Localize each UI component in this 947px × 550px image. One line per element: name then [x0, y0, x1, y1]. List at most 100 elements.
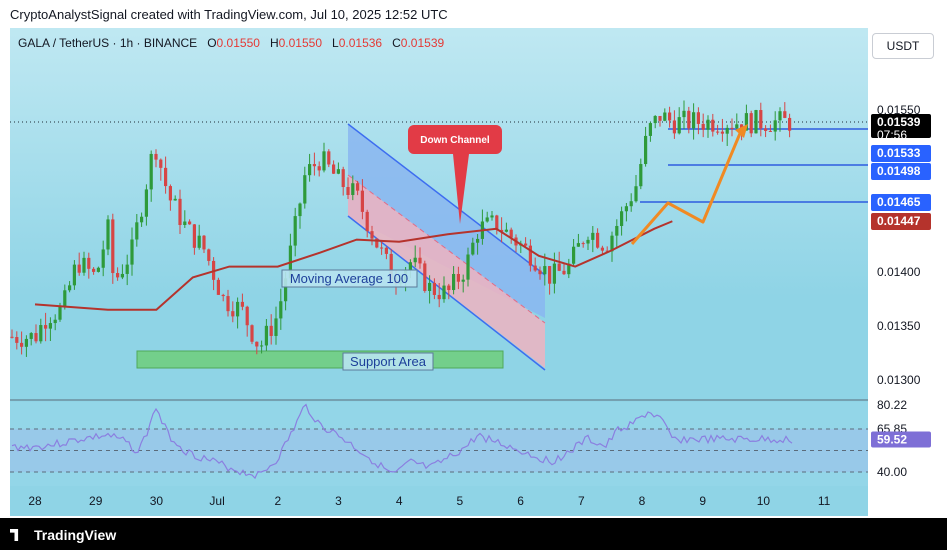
candle-body [591, 232, 595, 240]
candle-body [336, 169, 340, 174]
candle-body [778, 111, 782, 121]
candle-body [711, 119, 715, 132]
tradingview-logo-icon [10, 529, 19, 541]
price-tag-level: 0.01533 [877, 146, 921, 160]
candle-body [173, 198, 177, 201]
chart-svg: Down Channel Moving Average 100 Support Ar… [10, 100, 931, 508]
candle-body [197, 235, 201, 248]
candle-body [111, 219, 115, 274]
candle-body [293, 216, 297, 246]
candle-body [92, 268, 96, 272]
x-tick-label: 5 [457, 494, 464, 508]
candle-body [596, 232, 600, 248]
candle-body [706, 119, 710, 130]
candle-body [164, 167, 168, 187]
candle-body [250, 325, 254, 342]
candle-body [245, 306, 249, 326]
candle-body [538, 270, 542, 275]
candle-body [509, 229, 513, 238]
candle-body [144, 189, 148, 217]
candle-body [432, 282, 436, 295]
candle-body [202, 235, 206, 250]
tradingview-logo[interactable]: TradingView [10, 527, 116, 543]
candle-body [82, 257, 86, 273]
support-label-text: Support Area [350, 354, 427, 369]
candle-body [135, 222, 139, 240]
candle-body [63, 290, 67, 307]
candle-body [754, 110, 758, 134]
candle-body [773, 120, 777, 132]
price-tick-label: 0.01400 [877, 265, 921, 279]
candle-body [490, 215, 494, 218]
candle-body [87, 257, 91, 269]
candle-body [207, 249, 211, 261]
candle-body [543, 266, 547, 275]
candle-body [106, 219, 110, 250]
candle-body [351, 183, 355, 195]
candle-body [581, 243, 585, 245]
candle-body [226, 296, 230, 312]
candle-body [236, 301, 240, 317]
x-tick-label: 28 [28, 494, 42, 508]
candle-body [672, 120, 676, 134]
candle-body [701, 123, 705, 130]
candle-body [576, 243, 580, 247]
candle-body [34, 333, 38, 342]
candle-body [552, 263, 556, 284]
candle-body [53, 319, 57, 324]
candle-body [29, 333, 33, 339]
candle-body [639, 164, 643, 187]
candle-body [269, 325, 273, 336]
x-tick-label: 29 [89, 494, 103, 508]
candle-body [562, 270, 566, 275]
footer-bar: TradingView [0, 518, 947, 550]
candle-body [644, 135, 648, 165]
price-tick-label: 0.01300 [877, 373, 921, 387]
candle-body [759, 110, 763, 129]
down-channel-label: Down Channel [420, 135, 490, 146]
candle-body [183, 221, 187, 226]
candle-body [620, 211, 624, 226]
candle-body [341, 169, 345, 188]
candle-body [20, 342, 24, 347]
candle-body [332, 164, 336, 174]
candle-body [471, 242, 475, 255]
candle-body [360, 190, 364, 212]
candle-body [749, 113, 753, 134]
candle-body [696, 112, 700, 124]
candle-body [548, 266, 552, 284]
candle-body [524, 243, 528, 246]
rsi-current-tag: 59.52 [877, 432, 907, 446]
candle-body [413, 257, 417, 263]
x-tick-label: 4 [396, 494, 403, 508]
price-tag-countdown: 07:56 [877, 128, 907, 142]
candle-body [264, 325, 268, 346]
candle-body [476, 238, 480, 243]
candle-body [116, 273, 120, 278]
candle-body [120, 273, 124, 278]
candle-body [461, 279, 465, 282]
candle-body [178, 198, 182, 226]
candle-body [428, 282, 432, 291]
price-tag-level: 0.01465 [877, 195, 921, 209]
candle-body [240, 301, 244, 307]
candle-body [58, 306, 62, 320]
x-tick-label: 2 [274, 494, 281, 508]
candle-body [140, 216, 144, 223]
candle-body [216, 279, 220, 295]
candle-body [72, 264, 76, 286]
x-tick-label: Jul [209, 494, 224, 508]
candle-body [442, 285, 446, 300]
x-tick-label: 11 [818, 494, 831, 508]
candle-body [764, 128, 768, 131]
candle-body [274, 318, 278, 336]
candle-body [101, 249, 105, 268]
candle-body [346, 187, 350, 195]
x-tick-label: 8 [639, 494, 646, 508]
x-tick-label: 9 [699, 494, 706, 508]
candle-body [452, 273, 456, 291]
candle-body [221, 294, 225, 297]
candle-body [658, 115, 662, 121]
candle-body [44, 325, 48, 329]
candle-body [663, 112, 667, 121]
